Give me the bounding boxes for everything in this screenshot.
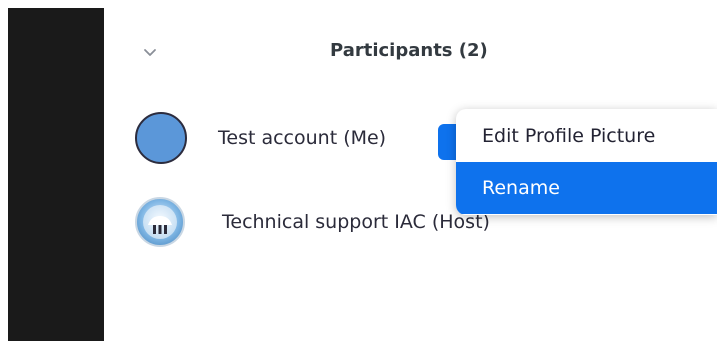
host-avatar-icon	[135, 197, 185, 247]
participant-context-menu: Edit Profile Picture Rename	[456, 109, 717, 215]
collapse-button[interactable]	[141, 42, 159, 60]
panel-title: Participants (2)	[330, 40, 488, 61]
participant-row[interactable]: Technical support IAC (Host)	[135, 197, 490, 247]
avatar-placeholder-icon	[135, 112, 187, 164]
chevron-down-icon	[143, 42, 157, 61]
menu-item-edit-profile-picture[interactable]: Edit Profile Picture	[456, 109, 717, 162]
participant-name: Technical support IAC (Host)	[222, 211, 490, 233]
menu-item-rename[interactable]: Rename	[456, 162, 717, 214]
video-area-strip	[8, 8, 104, 341]
app-window: Participants (2) Test account (Me) Techn…	[0, 0, 717, 341]
participant-row[interactable]: Test account (Me)	[135, 112, 387, 164]
participant-name: Test account (Me)	[218, 127, 387, 149]
